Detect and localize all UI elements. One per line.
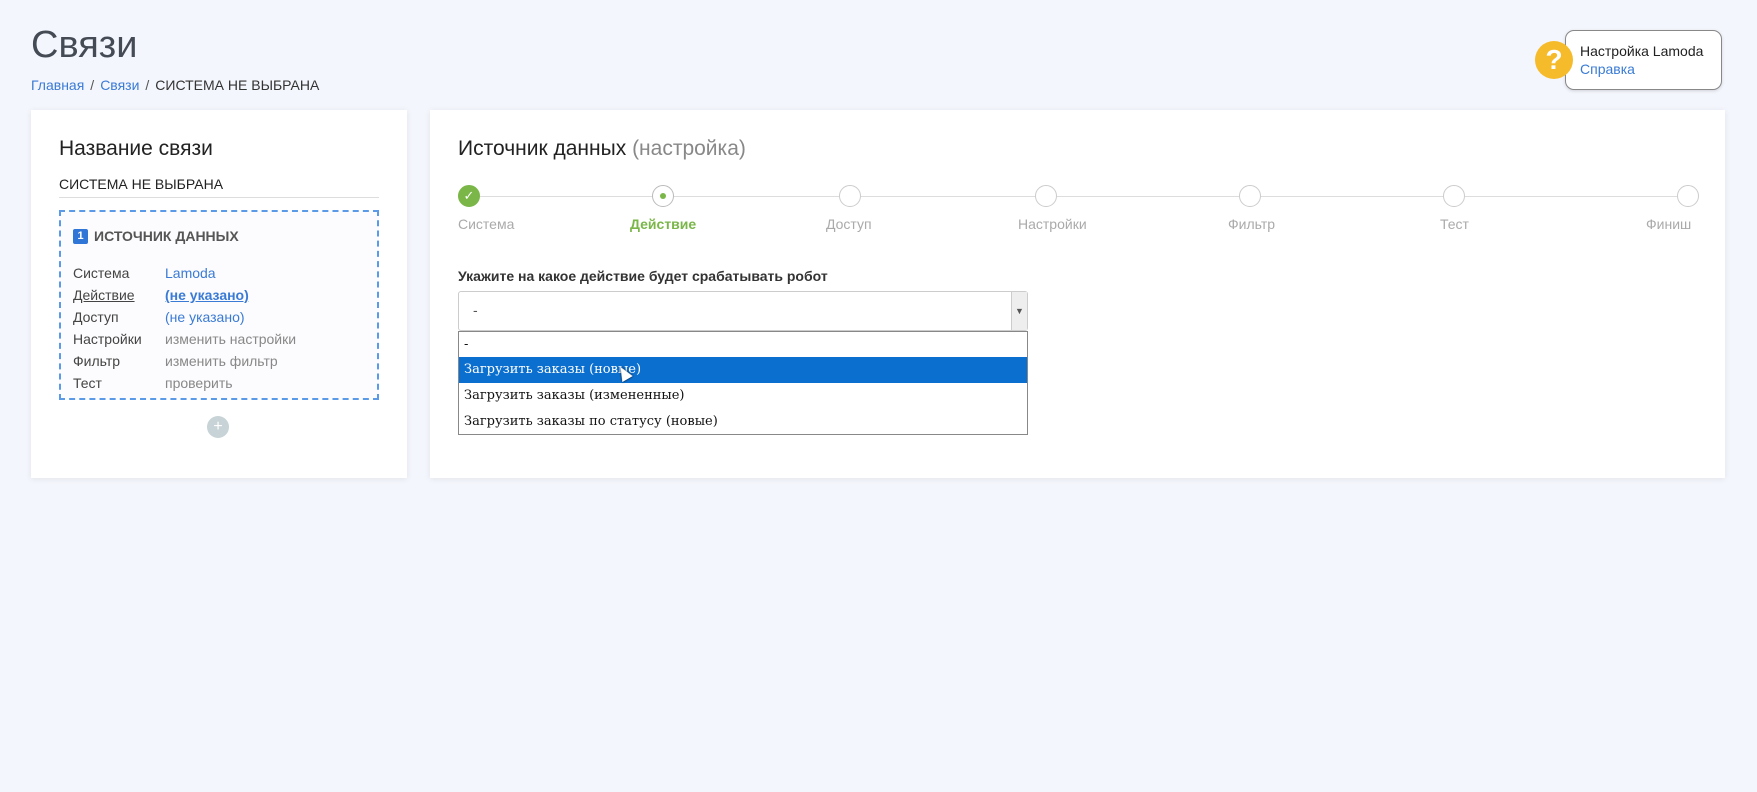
source-row-settings: Настройки изменить настройки [73,328,296,350]
connection-panel-title: Название связи [59,137,213,160]
step-dot [1443,185,1465,207]
step-label: Финиш [1646,216,1692,232]
action-option[interactable]: Загрузить заказы по статусу (новые) [459,409,1027,435]
source-row-action: Действие (не указано) [73,284,296,306]
source-row-key: Доступ [73,309,119,325]
source-action-link[interactable]: (не указано) [165,284,249,306]
step-dot [1035,185,1057,207]
source-settings-link[interactable]: изменить настройки [165,328,296,350]
breadcrumb-current: СИСТЕМА НЕ ВЫБРАНА [155,77,320,93]
source-filter-link[interactable]: изменить фильтр [165,350,278,372]
connection-name[interactable]: СИСТЕМА НЕ ВЫБРАНА [59,176,379,198]
wizard-stepper: ✓ Система Действие Доступ Настройки Филь… [458,185,1699,235]
settings-title-main: Источник данных [458,137,627,160]
source-row-key: Фильтр [73,353,121,369]
action-select-value: - [473,302,478,318]
source-row-key: Настройки [73,331,142,347]
source-system-link[interactable]: Lamoda [165,262,216,284]
step-dot [652,185,674,207]
source-test-link[interactable]: проверить [165,372,233,394]
source-row-access: Доступ (не указано) [73,306,296,328]
action-dropdown-list: - Загрузить заказы (новые) Загрузить зак… [458,331,1028,435]
source-row-key: Тест [73,375,102,391]
step-label: Тест [1440,216,1469,232]
step-number-badge: 1 [73,228,88,244]
action-option[interactable]: - [459,332,1027,357]
action-field-label: Укажите на какое действие будет срабатыв… [458,268,828,284]
step-label: Система [458,216,515,232]
data-source-title: ИСТОЧНИК ДАННЫХ [94,228,239,244]
action-option[interactable]: Загрузить заказы (измененные) [459,383,1027,409]
step-label: Фильтр [1228,216,1276,232]
chevron-down-icon[interactable]: ▼ [1011,292,1027,330]
breadcrumb-links-link[interactable]: Связи [100,77,139,93]
breadcrumb-separator: / [90,77,95,93]
data-source-header: 1 ИСТОЧНИК ДАННЫХ [73,228,239,244]
action-option-selected[interactable]: Загрузить заказы (новые) [459,357,1027,383]
settings-panel-title: Источник данных (настройка) [458,137,746,161]
step-dot [1677,185,1699,207]
help-link[interactable]: Справка [1580,61,1721,77]
source-row-key: Действие [73,287,135,303]
settings-title-sub: (настройка) [632,137,746,160]
step-label: Действие [630,216,697,232]
question-icon[interactable]: ? [1535,41,1573,79]
step-label: Настройки [1018,216,1087,232]
source-row-test: Тест проверить [73,372,296,394]
help-card: Настройка Lamoda Справка [1565,30,1722,90]
check-icon: ✓ [458,185,480,207]
data-source-settings-panel: Источник данных (настройка) ✓ Система Де… [430,110,1725,478]
step-dot [1239,185,1261,207]
step-label: Доступ [826,216,872,232]
breadcrumb-home-link[interactable]: Главная [31,77,84,93]
source-row-filter: Фильтр изменить фильтр [73,350,296,372]
source-row-key: Система [73,265,130,281]
breadcrumb: Главная / Связи / СИСТЕМА НЕ ВЫБРАНА [31,77,319,93]
step-dot [839,185,861,207]
connection-panel: Название связи СИСТЕМА НЕ ВЫБРАНА 1 ИСТО… [31,110,407,478]
breadcrumb-separator: / [145,77,150,93]
data-source-block[interactable]: 1 ИСТОЧНИК ДАННЫХ Система Lamoda Действи… [59,210,379,400]
add-step-button[interactable]: + [207,416,229,438]
source-access-link[interactable]: (не указано) [165,306,245,328]
help-widget: ? Настройка Lamoda Справка [1535,30,1722,90]
data-source-rows: Система Lamoda Действие (не указано) Дос… [73,262,296,394]
action-select[interactable]: - ▼ [458,291,1028,331]
help-title: Настройка Lamoda [1580,43,1704,59]
page-title: Связи [31,24,138,66]
source-row-system: Система Lamoda [73,262,296,284]
